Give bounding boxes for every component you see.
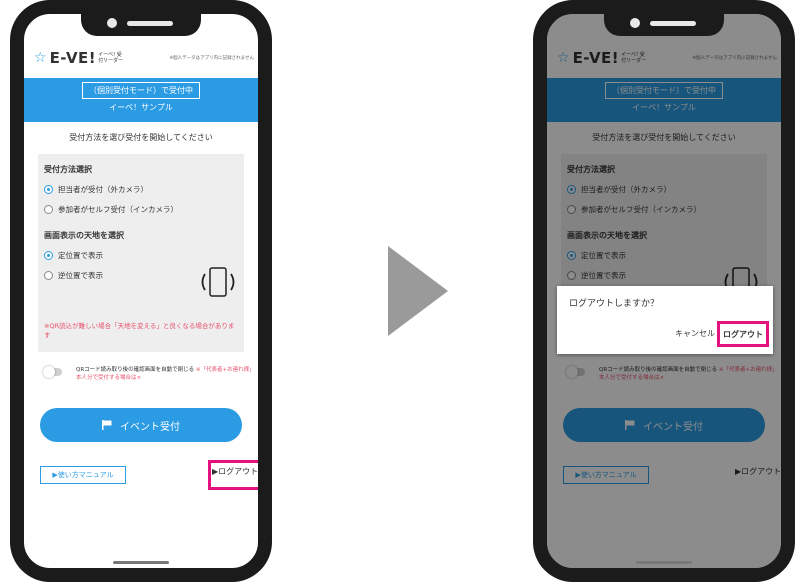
radio-unselected-icon [44,271,53,280]
dialog-title: ログアウトしますか？ [569,299,660,309]
toggle-label: QRコード読み取り後の確認画面を自動で閉じる [76,367,195,373]
flag-icon [102,420,112,430]
instruction-text: 受付方法を選び受付を開始してください [69,133,213,142]
reception-method-title: 受付方法選択 [44,165,92,174]
radio-label: 逆位置で表示 [58,271,103,280]
radio-reverse-orientation[interactable]: 逆位置で表示 [44,270,103,281]
phone-notch [604,14,724,36]
home-indicator [636,561,692,564]
radio-label: 参加者がセルフ受付（インカメラ） [58,205,178,214]
phone-left: ☆ E-VE! イーベ! 受付リーダー ※個人データはアプリ内に記録されません … [10,0,272,582]
orientation-title: 画面表示の天地を選択 [44,231,124,240]
radio-label: 定位置で表示 [58,251,103,260]
radio-staff-reception[interactable]: 担当者が受付（外カメラ） [44,184,148,195]
radio-unselected-icon [44,205,53,214]
privacy-notice: ※個人データはアプリ内に記録されません [169,56,254,61]
header: ☆ E-VE! イーベ! 受付リーダー ※個人データはアプリ内に記録されません [34,48,254,68]
radio-selected-icon [44,251,53,260]
event-reception-label: イベント受付 [120,421,180,433]
radio-normal-orientation[interactable]: 定位置で表示 [44,250,103,261]
radio-self-reception[interactable]: 参加者がセルフ受付（インカメラ） [44,204,178,215]
mode-label: （個別受付モード）で受付中 [82,82,200,99]
event-name: イーベ！サンプル [109,103,173,112]
logo-star-icon: ☆ [34,50,47,66]
dialog-cancel-button[interactable]: キャンセル [675,328,715,339]
logo-subtitle: イーベ! 受付リーダー [98,52,124,64]
event-reception-button[interactable]: イベント受付 [40,408,242,442]
rotate-phone-icon [201,267,235,297]
home-indicator [113,561,169,564]
app-screen: ☆ E-VE! イーベ! 受付リーダー ※個人データはアプリ内に記録されません … [24,14,258,568]
dialog-logout-button[interactable]: ログアウト [717,321,769,347]
settings-panel: 受付方法選択 担当者が受付（外カメラ） 参加者がセルフ受付（インカメラ） 画面表… [38,154,244,352]
warning-text: ※QR読込が難しい場合「天地を変える」と良くなる場合があります [44,322,235,339]
logout-dialog: ログアウトしますか？ キャンセル ログアウト [557,286,773,354]
auto-close-setting: QRコード読み取り後の確認画面を自動で閉じる ※「代表者+お連れ様」本人分で受付… [43,366,254,382]
manual-button[interactable]: ▶使い方マニュアル [40,466,126,484]
radio-selected-icon [44,185,53,194]
phone-notch [81,14,201,36]
logo: E-VE! [49,49,97,67]
logout-highlight [208,460,258,490]
radio-label: 担当者が受付（外カメラ） [58,185,148,194]
auto-close-toggle[interactable] [43,366,62,378]
mode-banner: （個別受付モード）で受付中 イーベ！サンプル [24,78,258,122]
next-step-arrow-icon [388,246,448,336]
phone-right: ☆ E-VE! イーベ! 受付リーダー ※個人データはアプリ内に記録されません … [533,0,795,582]
